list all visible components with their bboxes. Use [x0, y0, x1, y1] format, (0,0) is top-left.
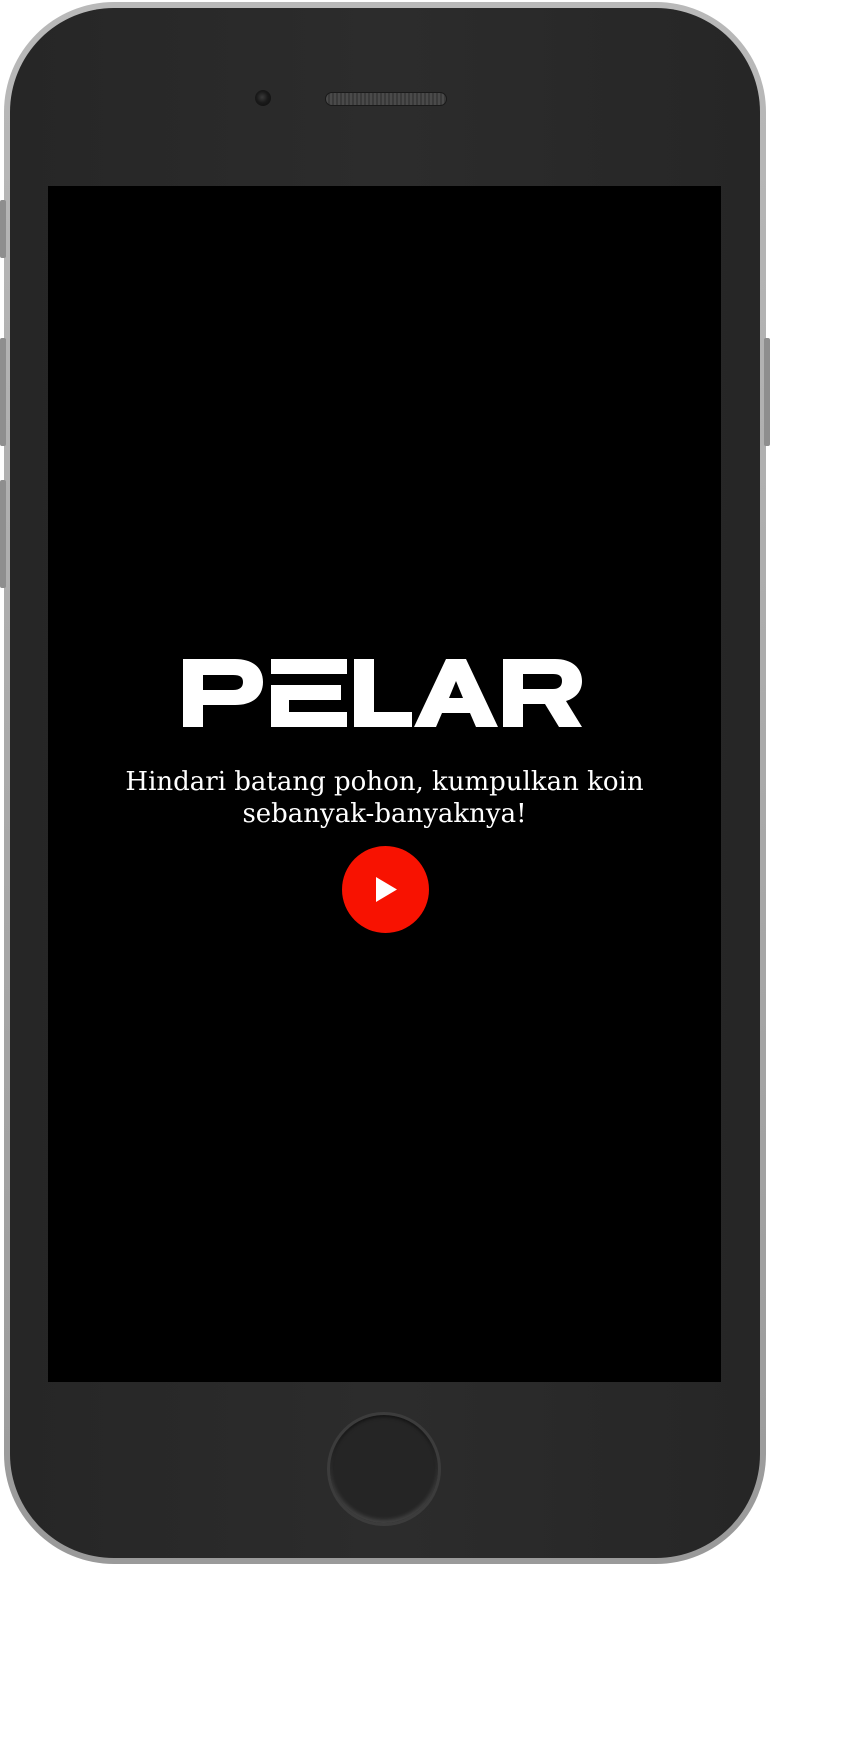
game-tagline: Hindari batang pohon, kumpulkan koin seb… — [125, 767, 644, 829]
mute-switch — [0, 200, 6, 258]
home-button[interactable] — [327, 1412, 441, 1526]
earpiece-speaker — [325, 92, 447, 106]
front-camera — [255, 90, 271, 106]
power-button — [764, 338, 770, 446]
play-icon — [376, 877, 397, 902]
pelari-logo — [183, 659, 582, 727]
play-button[interactable] — [342, 846, 429, 933]
volume-up-button — [0, 338, 6, 446]
game-screen: Hindari batang pohon, kumpulkan koin seb… — [48, 186, 721, 1382]
volume-down-button — [0, 480, 6, 588]
